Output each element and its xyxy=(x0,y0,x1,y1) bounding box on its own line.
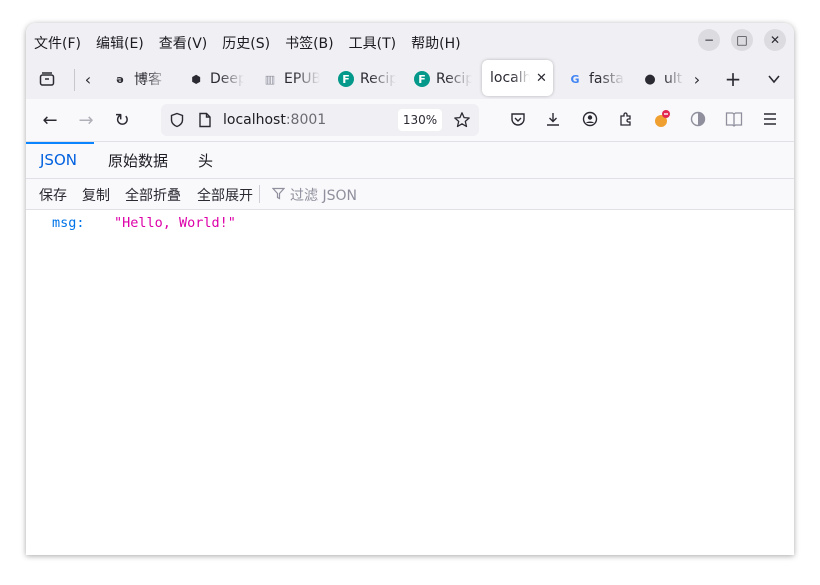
tab-title: Recip xyxy=(360,71,396,87)
scroll-tabs-right-icon[interactable]: › xyxy=(684,66,710,92)
reload-button[interactable]: ↻ xyxy=(108,107,136,133)
tab-title: Deep xyxy=(210,71,244,87)
filter-placeholder: 过滤 JSON xyxy=(290,188,357,204)
tab-epub[interactable]: ▥ EPUB xyxy=(262,65,320,93)
filter-icon xyxy=(271,187,286,204)
fastapi-favicon-icon: F xyxy=(338,71,354,87)
tab-headers[interactable]: 头 xyxy=(198,142,213,178)
menu-history[interactable]: 历史(S) xyxy=(222,33,270,53)
tab-json[interactable]: JSON xyxy=(40,142,77,178)
menu-bar: 文件(F) 编辑(E) 查看(V) 历史(S) 书签(B) 工具(T) 帮助(H… xyxy=(26,23,794,59)
tab-google-fasta[interactable]: G fasta xyxy=(567,65,625,93)
extension-blocker-icon[interactable] xyxy=(651,108,673,130)
downloads-icon[interactable] xyxy=(542,108,564,130)
scroll-tabs-left-icon[interactable]: ‹ xyxy=(75,66,101,92)
tab-blog[interactable]: ə 博客 xyxy=(112,65,170,93)
browser-window: 文件(F) 编辑(E) 查看(V) 历史(S) 书签(B) 工具(T) 帮助(H… xyxy=(26,23,794,555)
shield-icon[interactable] xyxy=(168,111,186,129)
tab-title: localh xyxy=(490,70,530,86)
address-bar[interactable]: localhost:8001 130% xyxy=(161,104,479,136)
filter-json-input[interactable]: 过滤 JSON xyxy=(271,185,357,205)
menu-bookmarks[interactable]: 书签(B) xyxy=(285,33,334,53)
list-all-tabs-icon[interactable] xyxy=(761,66,787,92)
json-viewer-tabs: JSON 原始数据 头 xyxy=(26,142,794,179)
maximize-button[interactable]: □ xyxy=(731,29,753,51)
new-tab-button[interactable]: + xyxy=(720,66,746,92)
tab-localhost-active[interactable]: localh ✕ xyxy=(482,60,553,96)
minimize-button[interactable]: − xyxy=(698,29,720,51)
book-favicon-icon: ▥ xyxy=(264,72,276,86)
tab-groups-icon[interactable] xyxy=(34,66,60,92)
hamburger-menu-icon[interactable] xyxy=(759,108,781,130)
menu-file[interactable]: 文件(F) xyxy=(34,33,81,53)
bookmark-star-icon[interactable] xyxy=(453,111,471,129)
menu-edit[interactable]: 编辑(E) xyxy=(96,33,144,53)
json-toolbar: 保存 复制 全部折叠 全部展开 过滤 JSON xyxy=(26,179,794,210)
fastapi-favicon-icon: F xyxy=(414,71,430,87)
expand-all-button[interactable]: 全部展开 xyxy=(197,185,253,205)
menu-tools[interactable]: 工具(T) xyxy=(349,33,396,53)
url-text[interactable]: localhost:8001 xyxy=(223,112,326,128)
json-string-value: "Hello, World!" xyxy=(114,215,236,231)
deep-favicon-icon: ⬢ xyxy=(191,72,201,86)
tab-strip: ‹ ə 博客 ⬢ Deep ▥ EPUB F Recip F Recip loc… xyxy=(26,59,794,99)
account-icon[interactable] xyxy=(579,108,601,130)
pocket-icon[interactable] xyxy=(507,108,529,130)
toolbar-divider xyxy=(259,185,260,203)
json-key: msg: xyxy=(52,215,85,231)
tab-title: 博客 xyxy=(134,72,162,88)
tab-recipe-1[interactable]: F Recip xyxy=(338,65,396,93)
navigation-bar: ← → ↻ localhost:8001 130% xyxy=(26,99,794,142)
extension-dark-icon[interactable] xyxy=(687,108,709,130)
zoom-level-button[interactable]: 130% xyxy=(398,109,442,131)
close-window-button[interactable]: ✕ xyxy=(764,29,786,51)
reader-library-icon[interactable] xyxy=(723,108,745,130)
close-tab-icon[interactable]: ✕ xyxy=(536,71,547,86)
url-host: localhost xyxy=(223,112,286,128)
page-icon[interactable] xyxy=(196,111,214,129)
tab-title: ult xyxy=(664,71,683,87)
save-button[interactable]: 保存 xyxy=(39,185,67,205)
blog-favicon-icon: ə xyxy=(116,72,124,86)
github-favicon-icon: ● xyxy=(644,71,656,87)
google-favicon-icon: G xyxy=(570,72,580,86)
json-row[interactable]: msg: "Hello, World!" xyxy=(52,215,236,231)
tab-deep[interactable]: ⬢ Deep xyxy=(188,65,244,93)
copy-button[interactable]: 复制 xyxy=(82,185,110,205)
tab-raw-data[interactable]: 原始数据 xyxy=(108,142,168,178)
tab-title: Recip xyxy=(436,71,472,87)
tab-title: fasta xyxy=(589,71,624,87)
url-port: :8001 xyxy=(285,112,327,128)
collapse-all-button[interactable]: 全部折叠 xyxy=(125,185,181,205)
forward-button[interactable]: → xyxy=(72,107,100,133)
tab-github-ult[interactable]: ● ult xyxy=(642,65,684,93)
extensions-icon[interactable] xyxy=(615,108,637,130)
tab-recipe-2[interactable]: F Recip xyxy=(414,65,472,93)
menu-help[interactable]: 帮助(H) xyxy=(411,33,460,53)
tab-title: EPUB xyxy=(284,71,320,87)
back-button[interactable]: ← xyxy=(36,107,64,133)
menu-view[interactable]: 查看(V) xyxy=(159,33,208,53)
